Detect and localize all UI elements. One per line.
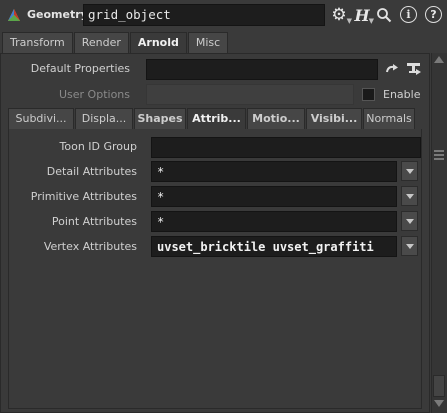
vertical-scrollbar[interactable] <box>431 53 447 413</box>
help-icon[interactable]: ? <box>425 6 442 23</box>
enable-checkbox[interactable] <box>362 88 375 101</box>
node-type-label: Geometry <box>27 8 88 21</box>
chevron-down-icon <box>405 218 414 224</box>
vertex-attributes-label: Vertex Attributes <box>43 240 137 253</box>
gear-icon[interactable]: ⚙ ▼ <box>328 5 352 25</box>
default-properties-label: Default Properties <box>30 62 130 75</box>
primitive-attributes-dropdown[interactable] <box>401 186 418 206</box>
chevron-down-icon <box>405 168 414 174</box>
user-options-label: User Options <box>58 88 130 101</box>
subtab-shapes[interactable]: Shapes <box>134 108 186 130</box>
arnold-sub-tab-bar: Subdivi... Displa... Shapes Attrib... Mo… <box>8 108 416 130</box>
point-attributes-dropdown[interactable] <box>401 211 418 231</box>
tab-arnold[interactable]: Arnold <box>129 32 187 53</box>
default-properties-field[interactable] <box>146 59 378 80</box>
vertex-attributes-dropdown[interactable] <box>401 236 418 256</box>
scroll-down-arrow-icon[interactable] <box>434 400 444 407</box>
search-icon[interactable] <box>375 5 393 25</box>
subtab-motion-blur[interactable]: Motio... <box>247 108 305 130</box>
subtab-displacement[interactable]: Displa... <box>75 108 133 130</box>
parameter-header: Geometry grid_object ⚙ ▼ H ▼ i ? <box>0 0 447 30</box>
subtab-subdivision[interactable]: Subdivi... <box>8 108 74 130</box>
geometry-node-icon <box>8 9 20 21</box>
enable-label: Enable <box>383 88 421 101</box>
scrollbar-thumb[interactable] <box>433 375 445 397</box>
main-tab-bar: Transform Render Arnold Misc <box>2 32 229 53</box>
chevron-down-icon <box>405 193 414 199</box>
point-attributes-field[interactable]: * <box>151 211 397 232</box>
scroll-up-arrow-icon[interactable] <box>434 56 444 63</box>
vertex-attributes-field[interactable]: uvset_bricktile uvset_graffiti <box>151 236 397 257</box>
subtab-visibility[interactable]: Visibi... <box>306 108 362 130</box>
subtab-normals[interactable]: Normals <box>363 108 415 130</box>
point-attributes-label: Point Attributes <box>51 215 137 228</box>
tab-render[interactable]: Render <box>73 32 129 53</box>
chevron-down-icon <box>405 243 414 249</box>
toon-id-group-label: Toon ID Group <box>59 140 137 153</box>
tab-transform[interactable]: Transform <box>2 32 73 53</box>
primitive-attributes-field[interactable]: * <box>151 186 397 207</box>
tab-misc[interactable]: Misc <box>187 32 229 53</box>
drag-handle-icon[interactable] <box>434 150 444 164</box>
toon-id-group-field[interactable] <box>151 137 421 158</box>
user-options-field[interactable] <box>146 84 354 105</box>
redo-arrow-icon[interactable] <box>382 60 402 78</box>
detail-attributes-dropdown[interactable] <box>401 161 418 181</box>
info-icon[interactable]: i <box>400 6 417 23</box>
houdini-help-icon[interactable]: H ▼ <box>352 5 374 26</box>
operator-path-icon[interactable] <box>404 59 424 77</box>
detail-attributes-label: Detail Attributes <box>46 165 137 178</box>
detail-attributes-field[interactable]: * <box>151 161 397 182</box>
primitive-attributes-label: Primitive Attributes <box>30 190 137 203</box>
subtab-attributes[interactable]: Attrib... <box>187 108 246 130</box>
node-name-field[interactable]: grid_object <box>83 4 325 26</box>
